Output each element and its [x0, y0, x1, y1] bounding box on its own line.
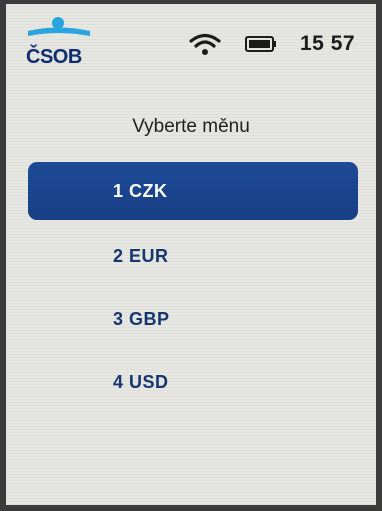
currency-option-czk[interactable]: 1 CZK	[28, 162, 358, 220]
terminal-screen: ČSOB 15 57 Vyberte měnu 1 CZK 2 EUR 3 GB…	[6, 4, 376, 505]
currency-option-usd[interactable]: 4 USD	[28, 353, 358, 411]
currency-option-gbp[interactable]: 3 GBP	[28, 290, 358, 348]
currency-option-eur[interactable]: 2 EUR	[28, 227, 358, 285]
currency-list: 1 CZK 2 EUR 3 GBP 4 USD	[6, 4, 376, 505]
